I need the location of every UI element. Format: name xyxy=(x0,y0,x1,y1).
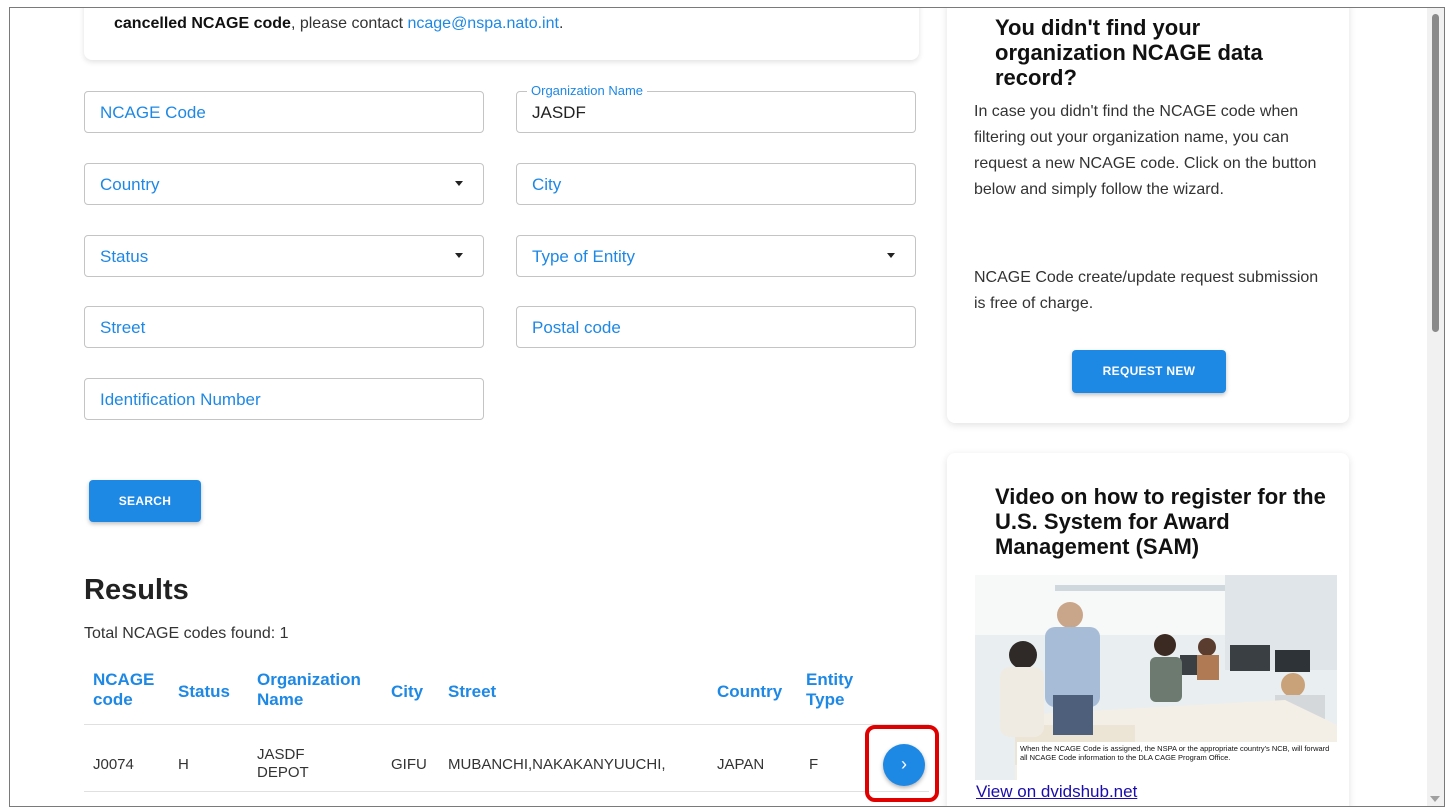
status-select[interactable]: Status xyxy=(84,235,484,277)
cell-org-line2: DEPOT xyxy=(257,764,309,781)
postal-code-placeholder: Postal code xyxy=(532,318,621,337)
request-new-button[interactable]: REQUEST NEW xyxy=(1072,350,1226,393)
dropdown-caret-icon xyxy=(455,181,463,186)
col-header-entity-line2: Type xyxy=(806,690,845,709)
video-caption: When the NCAGE Code is assigned, the NSP… xyxy=(1017,742,1337,780)
col-header-org-line1: Organization xyxy=(257,670,361,689)
organization-name-value: JASDF xyxy=(532,103,586,122)
street-placeholder: Street xyxy=(100,318,146,337)
request-new-card: You didn't find your organization NCAGE … xyxy=(947,8,1349,423)
request-card-note: NCAGE Code create/update request submiss… xyxy=(974,269,1319,312)
scroll-down-arrow-icon[interactable] xyxy=(1430,796,1440,802)
notice-card: cancelled NCAGE code, please contact nca… xyxy=(84,8,919,60)
postal-code-input[interactable]: Postal code xyxy=(516,306,916,348)
cell-status: H xyxy=(178,756,189,773)
col-header-entity-type[interactable]: Entity Type xyxy=(806,670,853,710)
video-card-title: Video on how to register for the U.S. Sy… xyxy=(995,484,1326,559)
identification-number-placeholder: Identification Number xyxy=(100,390,261,409)
browser-viewport: cancelled NCAGE code, please contact nca… xyxy=(9,7,1445,807)
cell-street: MUBANCHI,NAKAKANYUUCHI, xyxy=(448,756,666,773)
status-placeholder: Status xyxy=(100,247,149,266)
search-button[interactable]: SEARCH xyxy=(89,480,201,522)
video-thumbnail[interactable]: When the NCAGE Code is assigned, the NSP… xyxy=(975,575,1337,780)
cell-ncage-code: J0074 xyxy=(93,756,134,773)
notice-bold: cancelled NCAGE code xyxy=(114,15,291,32)
identification-number-input[interactable]: Identification Number xyxy=(84,378,484,420)
ncage-code-placeholder: NCAGE Code xyxy=(100,103,206,122)
col-header-ncage-code-line1: NCAGE xyxy=(93,670,155,689)
cell-organization-name: JASDF DEPOT xyxy=(257,746,309,782)
type-of-entity-select[interactable]: Type of Entity xyxy=(516,235,916,277)
col-header-ncage-code[interactable]: NCAGE code xyxy=(93,670,154,710)
col-header-entity-line1: Entity xyxy=(806,670,854,689)
col-header-city[interactable]: City xyxy=(391,682,423,702)
dropdown-caret-icon xyxy=(887,253,895,258)
results-title: Results xyxy=(84,574,189,606)
request-card-text: In case you didn't find the NCAGE code w… xyxy=(974,103,1317,198)
notice-end: . xyxy=(558,15,564,32)
col-header-street[interactable]: Street xyxy=(448,682,496,702)
notice-text: cancelled NCAGE code, please contact nca… xyxy=(114,15,563,33)
col-header-org-line2: Name xyxy=(257,690,304,709)
city-placeholder: City xyxy=(532,175,562,194)
table-divider xyxy=(84,724,929,725)
dropdown-caret-icon xyxy=(455,253,463,258)
organization-name-label: Organization Name xyxy=(527,83,647,98)
results-total: Total NCAGE codes found: 1 xyxy=(84,625,289,642)
highlight-box xyxy=(865,725,939,802)
col-header-country[interactable]: Country xyxy=(717,682,782,702)
country-placeholder: Country xyxy=(100,175,160,194)
col-header-status[interactable]: Status xyxy=(178,682,230,702)
type-of-entity-placeholder: Type of Entity xyxy=(532,247,635,266)
request-card-title: You didn't find your organization NCAGE … xyxy=(995,15,1263,90)
view-on-dvidshub-link[interactable]: View on dvidshub.net xyxy=(976,782,1137,802)
cell-city: GIFU xyxy=(391,756,427,773)
ncage-code-input[interactable]: NCAGE Code xyxy=(84,91,484,133)
country-select[interactable]: Country xyxy=(84,163,484,205)
contact-email-link[interactable]: ncage@nspa.nato.int xyxy=(407,15,558,32)
city-input[interactable]: City xyxy=(516,163,916,205)
organization-name-input[interactable]: Organization Name JASDF xyxy=(516,83,916,133)
notice-body: , please contact xyxy=(290,15,408,32)
cell-entity-type: F xyxy=(809,756,819,773)
scrollbar-thumb[interactable] xyxy=(1432,14,1439,332)
page-scrollbar[interactable] xyxy=(1427,8,1444,806)
cell-country: JAPAN xyxy=(717,756,765,773)
col-header-organization-name[interactable]: Organization Name xyxy=(257,670,361,710)
table-divider xyxy=(84,791,929,792)
street-input[interactable]: Street xyxy=(84,306,484,348)
col-header-ncage-code-line2: code xyxy=(93,690,133,709)
cell-org-line1: JASDF xyxy=(257,746,305,763)
